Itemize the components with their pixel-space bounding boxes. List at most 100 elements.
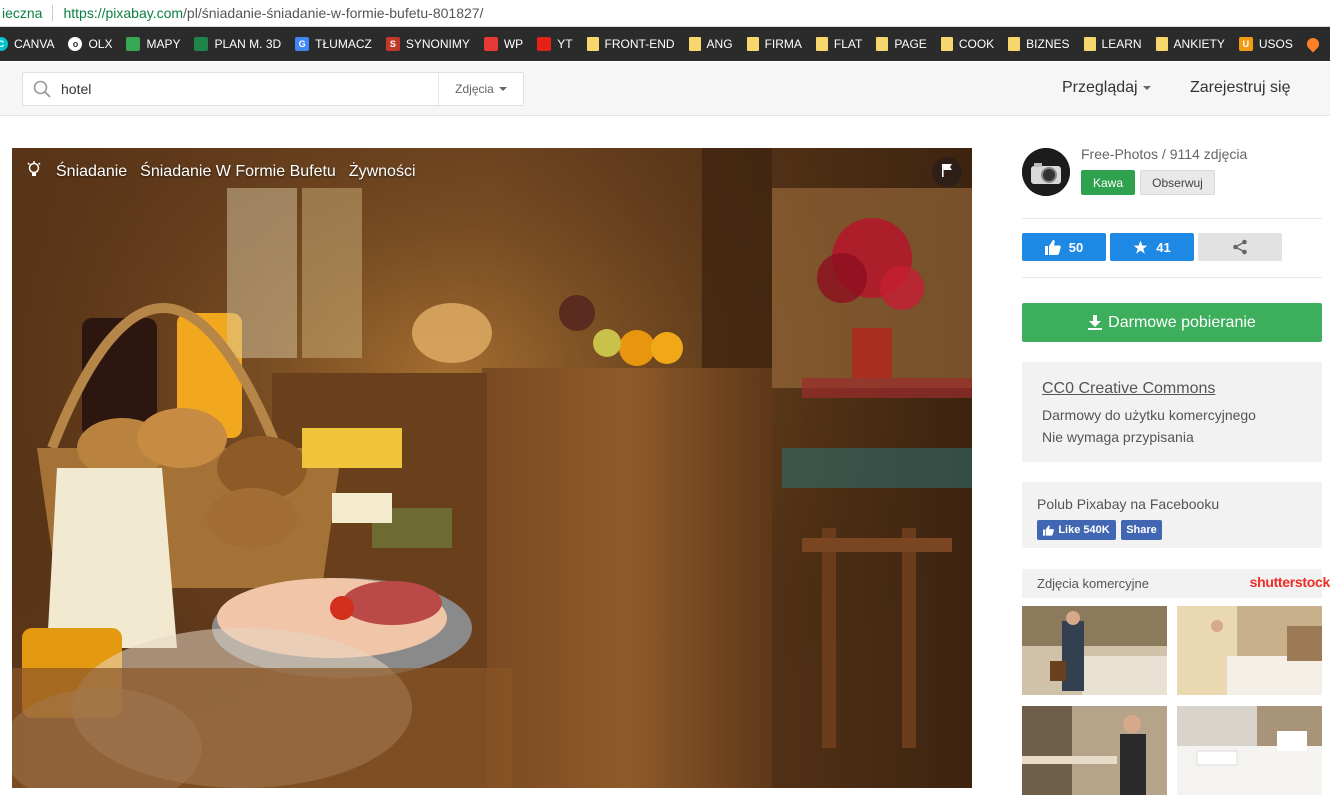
search-input[interactable]: hotel — [61, 81, 438, 97]
facebook-like-label: Like 540K — [1058, 524, 1110, 536]
bookmark-item[interactable]: YT — [537, 37, 573, 51]
bookmark-item[interactable]: COOK — [940, 37, 995, 51]
bookmark-item[interactable]: G TŁUMACZ — [295, 37, 372, 51]
browse-label: Przeglądaj — [1062, 79, 1138, 96]
bookmark-label: WP — [503, 37, 524, 51]
bookmark-label: OLX — [88, 37, 113, 51]
register-link[interactable]: Zarejestruj się — [1190, 79, 1290, 97]
synonimy-icon: S — [385, 37, 400, 51]
folder-icon — [688, 37, 701, 51]
search-type-label: Zdjęcia — [455, 82, 494, 96]
bookmarks-bar: C CANVA o OLX MAPY PLAN M. 3D G TŁUMACZ S SYNONIM… — [0, 27, 1330, 61]
bookmark-label: FIRMA — [764, 37, 802, 51]
tag-link[interactable]: Śniadanie W Formie Bufetu — [140, 163, 336, 181]
folder-icon — [876, 37, 889, 51]
photo-tags: Śniadanie Śniadanie W Formie Bufetu Żywn… — [26, 161, 429, 182]
bookmark-label: MAPY — [146, 37, 181, 51]
translate-icon: G — [295, 37, 310, 51]
security-indicator: ieczna — [2, 5, 43, 21]
coffee-button[interactable]: Kawa — [1081, 170, 1135, 195]
author-avatar[interactable] — [1022, 148, 1070, 196]
commercial-thumbnail[interactable] — [1022, 606, 1167, 695]
bookmark-item[interactable]: MAPY — [126, 37, 180, 51]
star-icon — [1133, 240, 1148, 254]
commercial-thumbnail[interactable] — [1177, 706, 1322, 795]
facebook-share-button[interactable]: Share — [1121, 520, 1162, 540]
chevron-down-icon — [498, 87, 507, 91]
bookmark-item[interactable]: S SYNONIMY — [385, 37, 470, 51]
bookmark-item[interactable]: o OLX — [68, 37, 112, 51]
folder-icon — [940, 37, 953, 51]
usos-icon: U — [1238, 37, 1253, 51]
top-navigation: hotel Zdjęcia Przeglądaj Zarejestruj się — [0, 62, 1330, 116]
bookmark-label: USOS — [1258, 37, 1293, 51]
olx-icon: o — [68, 37, 83, 51]
bookmark-label: SYNONIMY — [405, 37, 470, 51]
license-line-commercial: Darmowy do użytku komercyjnego — [1042, 407, 1256, 423]
location-pin-icon[interactable] — [1304, 35, 1322, 53]
license-line-attribution: Nie wymaga przypisania — [1042, 429, 1194, 445]
shutterstock-logo[interactable]: shutterstock — [1250, 574, 1330, 590]
author-name[interactable]: Free-Photos / 9114 zdjęcia — [1081, 146, 1247, 162]
share-icon — [1233, 239, 1247, 255]
main-photo[interactable]: Śniadanie Śniadanie W Formie Bufetu Żywn… — [12, 148, 972, 788]
bookmark-label: COOK — [958, 37, 995, 51]
bookmark-item[interactable]: PAGE — [876, 37, 927, 51]
address-bar[interactable]: ieczna https://pixabay.com/pl/śniadanie-… — [0, 0, 1330, 27]
bookmark-label: PLAN M. 3D — [214, 37, 282, 51]
search-icon[interactable] — [23, 80, 61, 98]
bookmark-item[interactable]: C CANVA — [0, 37, 54, 51]
url-path: /pl/śniadanie-śniadanie-w-formie-bufetu-… — [183, 5, 484, 21]
folder-icon — [586, 37, 599, 51]
license-link[interactable]: CC0 Creative Commons — [1042, 380, 1215, 398]
chevron-down-icon — [1142, 85, 1151, 90]
bookmark-item[interactable]: FLAT — [815, 37, 863, 51]
bookmark-item[interactable]: WP — [483, 37, 524, 51]
flag-icon — [941, 163, 953, 182]
maps-icon — [126, 37, 141, 51]
url-text[interactable]: https://pixabay.com/pl/śniadanie-śniadan… — [63, 5, 483, 21]
facebook-box: Polub Pixabay na Facebooku Like 540K Sha… — [1022, 482, 1322, 548]
folder-icon — [746, 37, 759, 51]
bookmark-item[interactable]: ANKIETY — [1155, 37, 1225, 51]
address-separator — [52, 5, 54, 21]
bookmark-label: BIZNES — [1026, 37, 1070, 51]
folder-icon — [815, 37, 828, 51]
search-type-dropdown[interactable]: Zdjęcia — [438, 73, 523, 105]
youtube-icon — [537, 37, 552, 51]
search-box[interactable]: hotel Zdjęcia — [22, 72, 524, 106]
bookmark-item[interactable]: ANG — [688, 37, 733, 51]
wp-icon — [483, 37, 498, 51]
like-button[interactable]: 50 — [1022, 233, 1106, 261]
bookmark-item[interactable]: LEARN — [1083, 37, 1142, 51]
report-flag-button[interactable] — [932, 157, 962, 187]
commercial-thumbnail[interactable] — [1022, 706, 1167, 795]
bookmark-label: ANG — [706, 37, 733, 51]
download-label: Darmowe pobieranie — [1108, 313, 1256, 331]
license-box: CC0 Creative Commons Darmowy do użytku k… — [1022, 362, 1322, 462]
download-icon — [1088, 315, 1103, 330]
facebook-like-button[interactable]: Like 540K — [1037, 520, 1116, 540]
tag-link[interactable]: Żywności — [349, 163, 416, 181]
favorite-button[interactable]: 41 — [1110, 233, 1194, 261]
tag-link[interactable]: Śniadanie — [56, 163, 127, 181]
divider — [1022, 218, 1322, 219]
divider — [1022, 277, 1322, 278]
browse-menu[interactable]: Przeglądaj — [1062, 79, 1151, 97]
bookmark-label: FLAT — [833, 37, 863, 51]
bookmark-label: LEARN — [1101, 37, 1142, 51]
folder-icon — [1083, 37, 1096, 51]
bookmark-label: PAGE — [894, 37, 927, 51]
share-button[interactable] — [1198, 233, 1282, 261]
bookmark-item[interactable]: FRONT-END — [586, 37, 675, 51]
bookmark-item[interactable]: U USOS — [1238, 37, 1293, 51]
breakfast-buffet-image — [12, 148, 972, 788]
commercial-thumbnail[interactable] — [1177, 606, 1322, 695]
bookmark-label: YT — [557, 37, 573, 51]
bookmark-label: ANKIETY — [1173, 37, 1225, 51]
free-download-button[interactable]: Darmowe pobieranie — [1022, 303, 1322, 342]
bookmark-item[interactable]: BIZNES — [1008, 37, 1070, 51]
follow-button[interactable]: Obserwuj — [1140, 170, 1215, 195]
bookmark-item[interactable]: FIRMA — [746, 37, 802, 51]
bookmark-item[interactable]: PLAN M. 3D — [194, 37, 281, 51]
